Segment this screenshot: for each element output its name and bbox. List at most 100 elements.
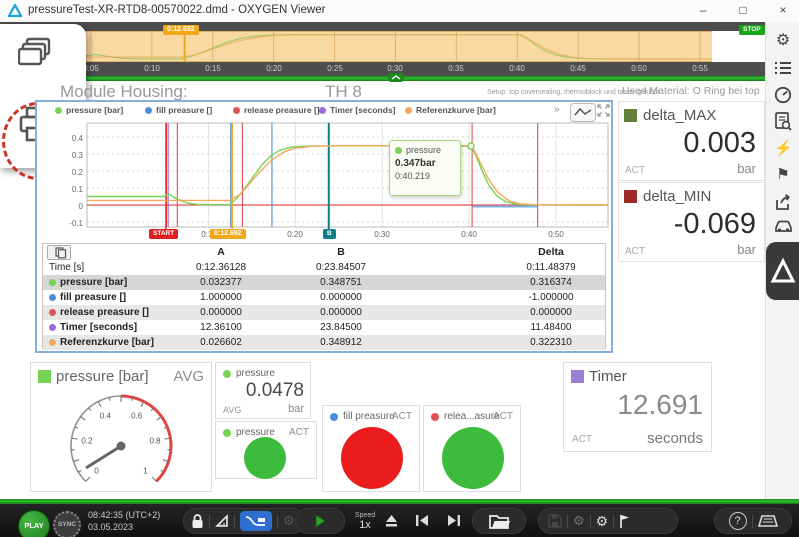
widget-title: pressure xyxy=(236,427,275,438)
fill-preasure-indicator[interactable]: fill preasure ACT xyxy=(322,405,420,492)
pressure-avg-widget[interactable]: pressure 0.0478 AVG bar xyxy=(215,362,311,419)
widget-mode: ACT xyxy=(493,411,513,422)
delta-min-widget[interactable]: delta_MIN -0.069 ACT bar xyxy=(618,182,765,262)
row-dot xyxy=(49,309,56,316)
minimize-button[interactable]: – xyxy=(686,0,720,22)
tooltip-channel-dot xyxy=(395,147,402,154)
open-file-button[interactable] xyxy=(472,508,526,534)
overview-stop-marker[interactable]: STOP xyxy=(739,25,765,35)
cursor-tools-group: ⚙ xyxy=(183,508,305,534)
lock-icon[interactable] xyxy=(191,514,204,529)
overview-mini-chart[interactable] xyxy=(0,31,765,62)
overview-band-row[interactable] xyxy=(0,31,765,62)
sync-status-badge[interactable]: SYNC xyxy=(53,511,81,537)
svg-text:1: 1 xyxy=(143,466,148,475)
col-header-b: B xyxy=(281,246,401,258)
pressure-act-indicator[interactable]: pressure ACT xyxy=(215,421,317,479)
x-tick: 0:50 xyxy=(540,230,572,239)
widget-mode: ACT xyxy=(572,434,592,445)
analog-gauge: 0 0.2 0.4 0.6 0.8 1 xyxy=(31,388,213,493)
cursor-a-label[interactable]: 0:12.692 xyxy=(210,229,246,239)
replay-play-button[interactable] xyxy=(295,508,345,534)
delta-max-widget[interactable]: delta_MAX 0.003 ACT bar xyxy=(618,101,765,181)
widget-title: pressure xyxy=(236,368,275,379)
recorder-widget[interactable]: pressure [bar] fill preasure [] release … xyxy=(35,100,613,353)
delta-max-mode: ACT xyxy=(625,165,645,176)
cursor-start-label[interactable]: START xyxy=(149,229,178,239)
svg-text:0.8: 0.8 xyxy=(150,437,162,446)
screens-icon[interactable] xyxy=(18,36,54,70)
system-tools-group: ? xyxy=(714,508,792,534)
vehicle-icon[interactable] xyxy=(774,219,792,237)
table-row-referenzkurve[interactable]: Referenzkurve [bar] 0.026602 0.348912 0.… xyxy=(43,335,605,350)
svg-text:0: 0 xyxy=(94,466,99,475)
channel-list-icon[interactable] xyxy=(774,60,792,78)
copy-table-button[interactable] xyxy=(47,245,71,260)
settings-gear-icon[interactable]: ⚙ xyxy=(774,32,792,50)
widget-title: fill preasure xyxy=(343,411,395,422)
export-icon[interactable] xyxy=(774,194,792,212)
cursor-curve-button[interactable] xyxy=(240,511,272,531)
skip-to-start-icon[interactable] xyxy=(414,514,430,527)
play-status-badge[interactable]: PLAY xyxy=(18,510,50,537)
measure-triangle-icon[interactable] xyxy=(215,514,229,528)
cursor-b-label[interactable]: B xyxy=(323,229,336,239)
right-sidebar: ⚙ ⚡ ⚑ xyxy=(765,22,799,504)
flag-marker-icon[interactable] xyxy=(619,514,631,529)
col-header-delta: Delta xyxy=(486,246,616,258)
widget-unit: bar xyxy=(288,403,304,415)
oxygen-logo-tab[interactable] xyxy=(766,242,799,300)
maximize-button[interactable]: □ xyxy=(726,0,760,22)
speedometer-icon[interactable] xyxy=(774,86,792,104)
power-lightning-icon[interactable]: ⚡ xyxy=(774,140,792,158)
overview-tick: 0:20 xyxy=(257,64,291,73)
table-row-time[interactable]: Time [s] 0:12.36128 0:23.84507 0:11.4837… xyxy=(43,260,605,275)
speed-value: 1x xyxy=(352,519,378,531)
title-bar: pressureTest-XR-RTD8-00570022.dmd - OXYG… xyxy=(0,0,799,23)
skip-to-end-icon[interactable] xyxy=(446,514,462,527)
screen-mode-icon[interactable] xyxy=(758,514,778,528)
release-preasure-indicator[interactable]: relea...asure ACT xyxy=(423,405,521,492)
help-icon[interactable]: ? xyxy=(729,512,747,530)
table-row-timer[interactable]: Timer [seconds] 12.36100 23.84500 11.484… xyxy=(43,320,605,335)
state-lamp xyxy=(244,437,286,479)
channel-dot xyxy=(330,413,338,421)
pressure-time-plot[interactable] xyxy=(37,102,611,242)
window-title: pressureTest-XR-RTD8-00570022.dmd - OXYG… xyxy=(28,4,325,16)
file-tools-group: ⚙ ⚙ xyxy=(538,508,678,534)
eject-icon[interactable] xyxy=(384,514,399,528)
marker-flag-icon[interactable]: ⚑ xyxy=(774,166,792,184)
timer-widget[interactable]: Timer 12.691 ACT seconds xyxy=(563,362,712,452)
delta-min-value: -0.069 xyxy=(674,208,756,241)
overview-tick: 0:50 xyxy=(622,64,656,73)
material-note: Used Material: O Ring bei top xyxy=(622,85,760,97)
pressure-gauge-widget[interactable]: pressure [bar] AVG 00.20.40.60.81 xyxy=(30,362,212,492)
row-dot xyxy=(49,324,56,331)
delta-max-title: delta_MAX xyxy=(643,107,716,124)
table-row-fill-preasure[interactable]: fill preasure [] 1.000000 0.000000 -1.00… xyxy=(43,290,605,305)
overview-tick: 0:15 xyxy=(196,64,230,73)
overview-cursor-label[interactable]: 0:12.692 xyxy=(163,25,199,35)
speed-label: Speed xyxy=(352,512,378,519)
y-tick: 0.2 xyxy=(57,168,83,177)
table-row-release-preasure[interactable]: release preasure [] 0.000000 0.000000 0.… xyxy=(43,305,605,320)
save-icon[interactable] xyxy=(548,514,562,528)
svg-text:0.6: 0.6 xyxy=(131,411,143,420)
export-settings-icon[interactable]: ⚙ xyxy=(596,512,609,530)
y-tick: 0.1 xyxy=(57,185,83,194)
close-button[interactable]: × xyxy=(766,0,799,22)
report-icon[interactable] xyxy=(774,112,792,130)
sync-settings-icon[interactable]: ⚙ xyxy=(573,512,585,530)
value-tooltip: pressure 0.347bar 0:40.219 xyxy=(389,140,461,196)
widget-title: Timer xyxy=(589,368,627,385)
y-tick: -0.1 xyxy=(57,219,83,228)
module-housing-label: Module Housing: xyxy=(60,82,188,102)
table-row-pressure[interactable]: pressure [bar] 0.032377 0.348751 0.31637… xyxy=(43,275,605,290)
speed-control[interactable]: Speed 1x xyxy=(352,512,378,531)
overview-tick: 0:25 xyxy=(318,64,352,73)
x-tick: 0:20 xyxy=(279,230,311,239)
svg-text:0.2: 0.2 xyxy=(81,437,93,446)
svg-text:0.4: 0.4 xyxy=(100,411,112,420)
snap-gear-icon[interactable]: ⚙ xyxy=(283,512,295,530)
timeline-split-handle[interactable] xyxy=(388,73,404,82)
